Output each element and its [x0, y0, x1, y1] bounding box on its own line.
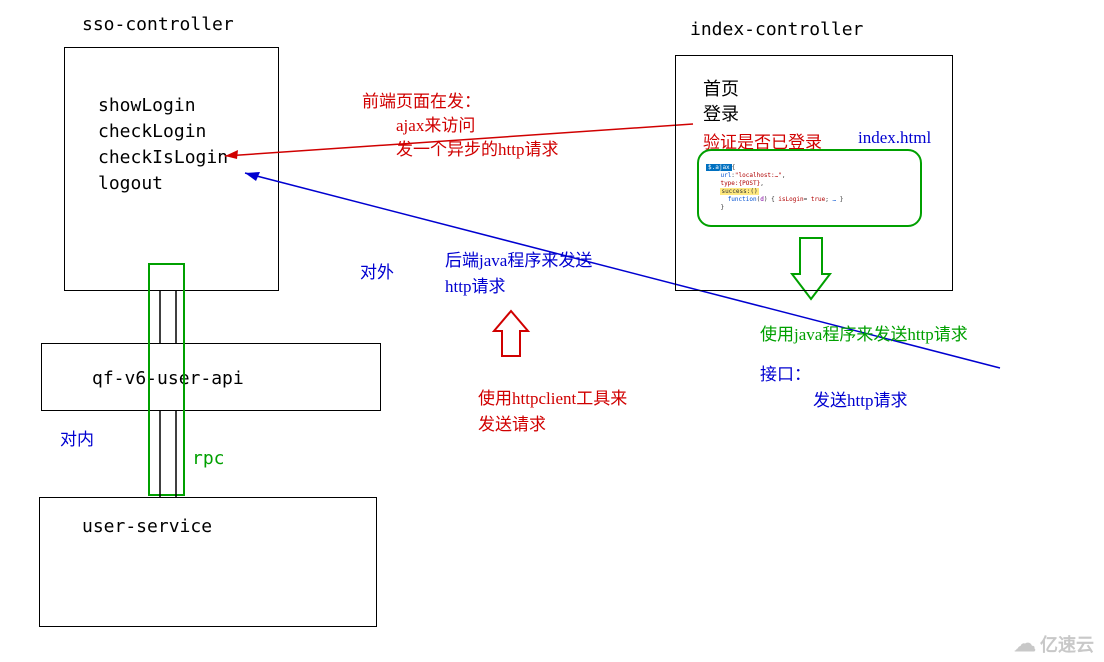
- red-up-arrow: [494, 311, 528, 356]
- external-label: 对外: [360, 258, 394, 283]
- index-login: 登录: [703, 100, 739, 126]
- send-http-label: 发送http请求: [813, 386, 907, 411]
- frontend-text-1: 前端页面在发：: [362, 87, 481, 112]
- watermark-text: 亿速云: [1040, 631, 1094, 657]
- index-title: index-controller: [690, 19, 863, 40]
- index-home: 首页: [703, 75, 739, 101]
- frontend-text-3: 发一个异步的http请求: [396, 135, 558, 160]
- sso-method-2: checkIsLogin: [98, 147, 228, 168]
- user-service-title: user-service: [82, 516, 212, 537]
- frontend-text-2: ajax来访问: [396, 111, 475, 136]
- code-snippet: $.ajax{ url:"localhost:…", type:{POST}, …: [706, 156, 843, 212]
- backend-text-2: http请求: [445, 272, 505, 297]
- sso-method-1: checkLogin: [98, 121, 206, 142]
- internal-label: 对内: [60, 425, 94, 450]
- sso-title: sso-controller: [82, 14, 234, 35]
- sso-box: [64, 47, 279, 291]
- rpc-channel: [148, 263, 185, 496]
- watermark: ☁ 亿速云: [1014, 631, 1094, 657]
- interface-label: 接口：: [760, 360, 811, 385]
- sso-method-3: logout: [98, 173, 163, 194]
- rpc-label: rpc: [192, 448, 225, 469]
- httpclient-text-1: 使用httpclient工具来: [478, 384, 627, 409]
- sso-method-0: showLogin: [98, 95, 196, 116]
- cloud-icon: ☁: [1014, 633, 1036, 655]
- java-send-text: 使用java程序来发送http请求: [760, 320, 968, 345]
- httpclient-text-2: 发送请求: [478, 410, 546, 435]
- index-file: index.html: [858, 128, 931, 148]
- backend-text-1: 后端java程序来发送: [445, 246, 592, 271]
